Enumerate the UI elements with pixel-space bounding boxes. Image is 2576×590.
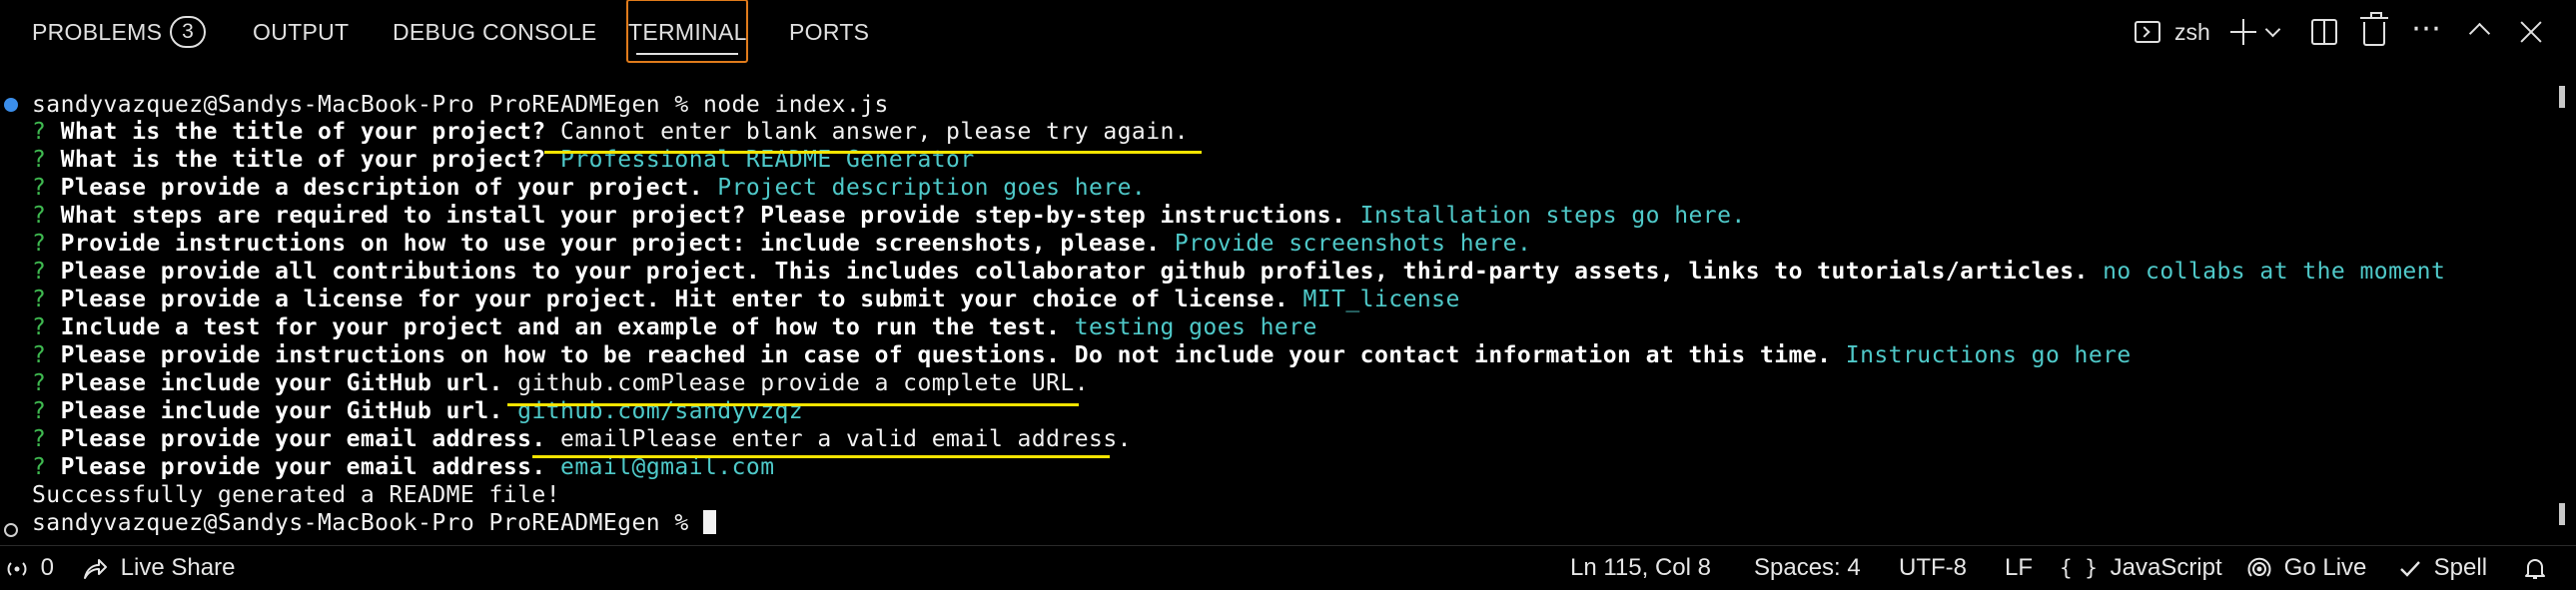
tab-terminal[interactable]: TERMINAL bbox=[626, 0, 748, 63]
tab-output[interactable]: OUTPUT bbox=[253, 0, 349, 64]
prompt-line: ? Please provide your email address. ema… bbox=[32, 425, 1132, 453]
prompt-line: ? What is the title of your project? Can… bbox=[32, 118, 1189, 146]
command-decoration-marker-empty[interactable] bbox=[4, 523, 18, 537]
command-line: sandyvazquez@Sandys-MacBook-Pro ProREADM… bbox=[32, 92, 889, 118]
prompt-line: ? Please provide a description of your p… bbox=[32, 174, 1146, 202]
notifications-button[interactable] bbox=[2524, 546, 2546, 590]
prompt-line: ? Please provide all contributions to yo… bbox=[32, 258, 2445, 286]
question-mark: ? bbox=[32, 119, 47, 145]
question-mark: ? bbox=[32, 287, 47, 312]
problems-count-badge: 3 bbox=[170, 16, 206, 48]
split-terminal-icon[interactable] bbox=[2311, 19, 2337, 45]
prompt-line: ? Please include your GitHub url. github… bbox=[32, 397, 803, 425]
prompt-answer: Installation steps go here. bbox=[1345, 203, 1746, 229]
ports-count: 0 bbox=[40, 554, 55, 581]
tab-problems[interactable]: PROBLEMS bbox=[32, 0, 162, 64]
question-mark: ? bbox=[32, 203, 47, 229]
go-live-icon bbox=[2247, 557, 2271, 577]
prompt-answer: Instructions go here bbox=[1831, 342, 2132, 368]
prompt-answer: no collabs at the moment bbox=[2088, 259, 2446, 285]
highlight-underline bbox=[544, 151, 1202, 154]
indentation-setting[interactable]: Spaces: 4 bbox=[1754, 546, 1861, 590]
final-prompt-text: sandyvazquez@Sandys-MacBook-Pro ProREADM… bbox=[32, 510, 703, 536]
question-mark: ? bbox=[32, 147, 47, 173]
prompt-question: Please provide instructions on how to be… bbox=[60, 342, 1832, 368]
prompt-question: Please provide a license for your projec… bbox=[60, 287, 1289, 312]
prompt-question: Please provide all contributions to your… bbox=[60, 259, 2089, 285]
cursor-position[interactable]: Ln 115, Col 8 bbox=[1570, 546, 1711, 590]
check-icon bbox=[2400, 560, 2420, 577]
question-mark: ? bbox=[32, 175, 47, 201]
prompt-question: Please include your GitHub url. bbox=[60, 398, 503, 424]
question-mark: ? bbox=[32, 426, 47, 452]
final-prompt: sandyvazquez@Sandys-MacBook-Pro ProREADM… bbox=[32, 509, 716, 537]
prompt-line: ? Provide instructions on how to use you… bbox=[32, 230, 1531, 258]
scrollbar-marker-top[interactable] bbox=[2559, 86, 2565, 108]
shell-label[interactable]: zsh bbox=[2174, 0, 2210, 64]
panel-header: PROBLEMS 3 OUTPUT DEBUG CONSOLE TERMINAL… bbox=[0, 0, 2576, 64]
prompt-question: Please include your GitHub url. bbox=[60, 370, 503, 396]
command-decoration-marker[interactable] bbox=[4, 98, 18, 112]
prompt-answer: github.com/sandyvzqz bbox=[502, 398, 804, 424]
prompt-question: What steps are required to install your … bbox=[60, 203, 1346, 229]
question-mark: ? bbox=[32, 259, 47, 285]
chevron-down-icon[interactable] bbox=[2265, 14, 2279, 50]
live-share-label: Live Share bbox=[120, 554, 236, 581]
terminal-icon[interactable] bbox=[2135, 21, 2160, 43]
spell-label: Spell bbox=[2433, 554, 2488, 581]
braces-icon: { } bbox=[2060, 556, 2098, 580]
language-label: JavaScript bbox=[2110, 554, 2222, 581]
spell-button[interactable]: Spell bbox=[2399, 546, 2487, 590]
question-mark: ? bbox=[32, 342, 47, 368]
prompt-answer: Provide screenshots here. bbox=[1160, 231, 1532, 257]
close-panel-icon[interactable] bbox=[2517, 14, 2545, 50]
tab-ports[interactable]: PORTS bbox=[789, 0, 869, 64]
question-mark: ? bbox=[32, 398, 47, 424]
trash-icon[interactable] bbox=[2360, 12, 2388, 46]
tab-debug-console[interactable]: DEBUG CONSOLE bbox=[393, 0, 597, 64]
prompt-error-message: emailPlease enter a valid email address. bbox=[545, 426, 1132, 452]
bell-icon bbox=[2525, 558, 2545, 579]
live-share-button[interactable]: Live Share bbox=[82, 546, 235, 590]
go-live-button[interactable]: Go Live bbox=[2247, 546, 2366, 590]
terminal-cursor bbox=[702, 510, 716, 534]
question-mark: ? bbox=[32, 231, 47, 257]
more-actions-icon[interactable]: ⋯ bbox=[2411, 14, 2441, 50]
prompt-line: ? Please include your GitHub url. github… bbox=[32, 369, 1089, 397]
prompt-line: ? What steps are required to install you… bbox=[32, 202, 1746, 230]
highlight-underline bbox=[532, 455, 1110, 458]
prompt-answer: MIT_license bbox=[1288, 287, 1460, 312]
prompt-question: Please provide a description of your pro… bbox=[60, 175, 703, 201]
scrollbar-marker-bottom[interactable] bbox=[2559, 503, 2565, 525]
live-share-icon bbox=[84, 558, 107, 579]
question-mark: ? bbox=[32, 370, 47, 396]
terminal-output[interactable]: sandyvazquez@Sandys-MacBook-Pro ProREADM… bbox=[0, 64, 2576, 545]
broadcast-icon bbox=[7, 561, 27, 576]
ports-status[interactable]: 0 bbox=[6, 546, 54, 590]
highlight-underline bbox=[507, 403, 1079, 406]
prompt-line: ? Include a test for your project and an… bbox=[32, 313, 1317, 341]
prompt-question: Include a test for your project and an e… bbox=[60, 314, 1061, 340]
prompt-line: ? Please provide instructions on how to … bbox=[32, 341, 2132, 369]
question-mark: ? bbox=[32, 314, 47, 340]
go-live-label: Go Live bbox=[2283, 554, 2367, 581]
prompt-question: What is the title of your project? bbox=[60, 147, 546, 173]
prompt-error-message: github.comPlease provide a complete URL. bbox=[502, 370, 1090, 396]
status-bar: 0 Live Share Ln 115, Col 8 Spaces: 4 UTF… bbox=[0, 545, 2576, 590]
question-mark: ? bbox=[32, 454, 47, 480]
prompt-line: ? Please provide a license for your proj… bbox=[32, 286, 1460, 313]
prompt-question: Please provide your email address. bbox=[60, 426, 546, 452]
new-terminal-plus-icon[interactable] bbox=[2229, 14, 2257, 50]
language-mode[interactable]: { } JavaScript bbox=[2060, 546, 2222, 590]
success-message: Successfully generated a README file! bbox=[32, 482, 560, 508]
prompt-answer: testing goes here bbox=[1060, 314, 1317, 340]
prompt-question: Provide instructions on how to use your … bbox=[60, 231, 1161, 257]
prompt-error-message: Cannot enter blank answer, please try ag… bbox=[545, 119, 1190, 145]
encoding-setting[interactable]: UTF-8 bbox=[1899, 546, 1967, 590]
prompt-question: Please provide your email address. bbox=[60, 454, 546, 480]
maximize-panel-chevron-up-icon[interactable] bbox=[2467, 14, 2491, 50]
line-ending-setting[interactable]: LF bbox=[2005, 546, 2033, 590]
prompt-answer: Project description goes here. bbox=[703, 175, 1147, 201]
prompt-question: What is the title of your project? bbox=[60, 119, 546, 145]
